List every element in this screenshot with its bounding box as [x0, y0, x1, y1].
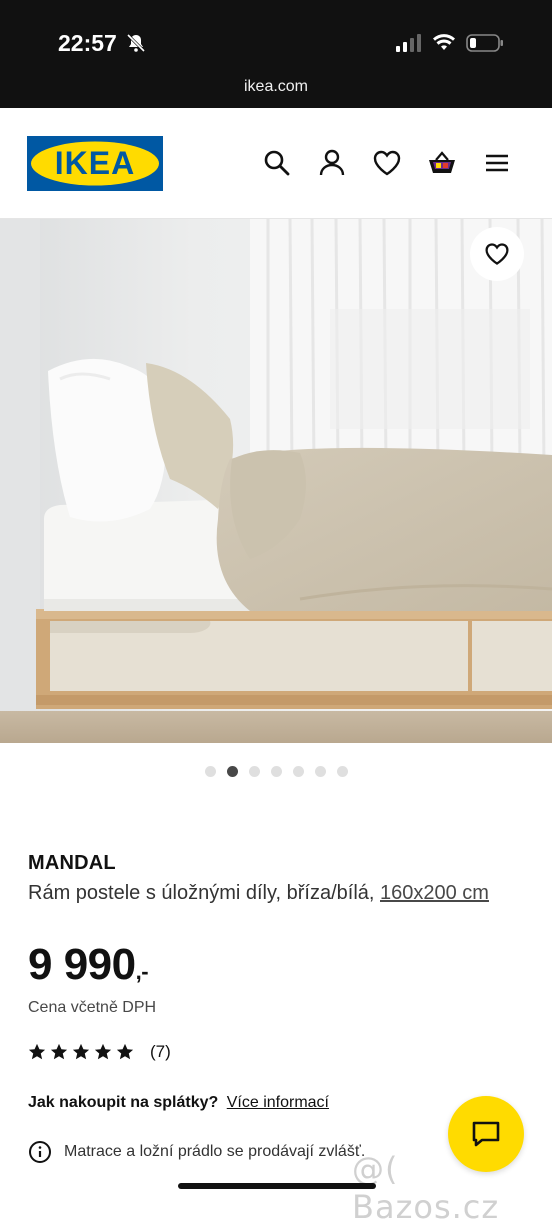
price-value: 9 990	[28, 940, 136, 989]
rating[interactable]: (7)	[28, 1042, 171, 1062]
product-image[interactable]	[0, 219, 552, 743]
pagination-dot[interactable]	[226, 766, 238, 777]
product-description-text: Rám postele s úložnými díly, bříza/bílá,	[28, 882, 380, 904]
size-link[interactable]: 160x200 cm	[380, 882, 489, 904]
menu-icon[interactable]	[482, 148, 512, 178]
home-indicator	[178, 1183, 376, 1189]
cart-icon[interactable]	[427, 148, 457, 178]
star-icon	[94, 1043, 112, 1060]
notice-text: Matrace a ložní prádlo se prodávají zvlá…	[64, 1143, 366, 1160]
battery-icon	[466, 34, 503, 52]
installments-info: Jak nakoupit na splátky? Více informací	[28, 1094, 329, 1112]
product-price: 9 990,-	[28, 940, 149, 990]
rating-stars	[28, 1043, 138, 1061]
pagination-dot[interactable]	[336, 766, 348, 777]
notice: Matrace a ložní prádlo se prodávají zvlá…	[28, 1140, 365, 1164]
chat-button[interactable]	[448, 1096, 524, 1172]
bell-muted-icon	[126, 33, 146, 53]
pagination-dot[interactable]	[292, 766, 304, 777]
star-icon	[50, 1043, 68, 1060]
logo-text: IKEA	[55, 145, 135, 181]
chat-icon	[472, 1121, 500, 1147]
wifi-icon	[433, 34, 455, 50]
product-name: MANDAL	[28, 852, 116, 874]
installments-question: Jak nakoupit na splátky?	[28, 1094, 219, 1111]
image-pagination	[0, 766, 552, 780]
star-icon	[28, 1043, 46, 1060]
heart-icon[interactable]	[372, 148, 402, 178]
pagination-dot[interactable]	[248, 766, 260, 777]
star-icon	[72, 1043, 90, 1060]
address-bar-url[interactable]: ikea.com	[0, 78, 552, 96]
star-icon	[116, 1043, 134, 1060]
price-suffix: ,-	[135, 959, 149, 984]
more-info-link[interactable]: Více informací	[227, 1094, 329, 1111]
heart-icon	[485, 243, 509, 265]
vat-note: Cena včetně DPH	[28, 999, 157, 1016]
search-icon[interactable]	[262, 148, 292, 178]
add-to-favorites-button[interactable]	[470, 227, 524, 281]
product-description: Rám postele s úložnými díly, bříza/bílá,…	[28, 879, 528, 907]
ikea-logo[interactable]: IKEA	[27, 136, 163, 191]
status-time: 22:57	[58, 30, 117, 56]
pagination-dot[interactable]	[270, 766, 282, 777]
watermark: @( Bazos.cz	[352, 1150, 500, 1226]
pagination-dot[interactable]	[204, 766, 216, 777]
info-icon	[29, 1141, 51, 1163]
signal-icon	[396, 34, 421, 52]
status-bar: 22:57 ikea.com	[0, 0, 552, 108]
account-icon[interactable]	[317, 148, 347, 178]
rating-count: (7)	[150, 1042, 171, 1061]
pagination-dot[interactable]	[314, 766, 326, 777]
